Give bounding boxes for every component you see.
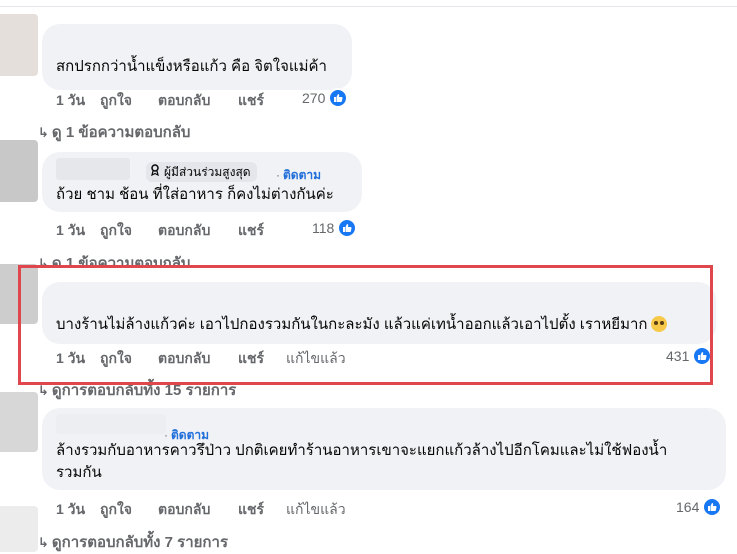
thumbs-up-icon [692,346,713,366]
comment-bubble: ผู้มีส่วนร่วมสูงสุด · ติดตาม ถ้วย ชาม ช้อ… [42,152,362,212]
reply-button[interactable]: ตอบกลับ [158,348,238,370]
follow-label: ติดตาม [283,168,322,182]
reply-arrow-icon: ↳ [38,256,49,265]
reply-arrow-icon: ↳ [38,383,49,398]
comment-time[interactable]: 1 วัน [56,499,100,521]
author-name-redacted[interactable] [56,158,130,180]
share-button[interactable]: แชร์ [238,348,286,370]
comment-time[interactable]: 1 วัน [56,220,100,242]
view-replies-link[interactable]: ↳ ดูการตอบกลับทั้ง 7 รายการ [38,530,228,554]
like-button[interactable]: ถูกใจ [100,348,158,370]
share-button[interactable]: แชร์ [238,499,286,521]
view-replies-label: ดู 1 ข้อความตอบกลับ [51,255,191,265]
view-replies-label: ดูการตอบกลับทั้ง 15 รายการ [51,382,237,399]
like-count: 270 [302,90,326,106]
badge-label: ผู้มีส่วนร่วมสูงสุด [164,165,251,179]
comment-actions: 1 วัน ถูกใจ ตอบกลับ แชร์ [56,90,264,112]
avatar[interactable] [0,14,38,76]
like-button[interactable]: ถูกใจ [100,90,158,112]
thumbs-up-icon [702,497,723,517]
comment-text: บางร้านไม่ล้างแก้วค่ะ เอาไปกองรวมกันในกะ… [56,314,668,336]
comment-time[interactable]: 1 วัน [56,348,100,370]
reply-button[interactable]: ตอบกลับ [158,90,238,112]
like-count: 118 [312,220,335,236]
like-count: 164 [676,499,700,515]
reply-button[interactable]: ตอบกลับ [158,499,238,521]
top-contributor-icon [150,162,160,182]
like-count: 431 [666,348,690,364]
reaction-count[interactable]: 270 [302,88,349,108]
comment-bubble: · ติดตาม ล้างรวมกับอาหารคาวรึป่าว ปกติเคย… [42,408,726,490]
reaction-count[interactable]: 431 [666,346,713,366]
view-replies-label: ดู 1 ข้อความตอบกลับ [51,124,191,141]
comment-time[interactable]: 1 วัน [56,90,100,112]
comment-actions: 1 วัน ถูกใจ ตอบกลับ แชร์ แก้ไขแล้ว [56,499,346,521]
comment-text-line: รวมกัน [56,464,102,481]
comment-actions: 1 วัน ถูกใจ ตอบกลับ แชร์ แก้ไขแล้ว [56,348,346,370]
comment-text: ล้างรวมกับอาหารคาวรึป่าว ปกติเคยทำร้านอา… [56,440,716,484]
comment-actions: 1 วัน ถูกใจ ตอบกลับ แชร์ [56,220,264,242]
edited-label: แก้ไขแล้ว [286,350,346,366]
view-replies-link[interactable]: ↳ ดู 1 ข้อความตอบกลับ [38,251,190,265]
reaction-count[interactable]: 164 [676,497,723,517]
avatar[interactable] [0,506,38,552]
comment-text-line: ล้างรวมกับอาหารคาวรึป่าว ปกติเคยทำร้านอา… [56,442,668,459]
thumbs-up-icon [337,218,358,238]
top-divider [0,6,737,7]
avatar[interactable] [0,392,38,452]
view-replies-link[interactable]: ↳ ดู 1 ข้อความตอบกลับ [38,120,190,144]
comment-text: ถ้วย ชาม ช้อน ที่ใส่อาหาร ก็คงไม่ต่างกัน… [56,186,334,203]
reply-button[interactable]: ตอบกลับ [158,220,238,242]
comment-text: สกปรกกว่าน้ำแข็งหรือแก้ว คือ จิตใจแม่ค้า [56,58,327,75]
comment-bubble: บางร้านไม่ล้างแก้วค่ะ เอาไปกองรวมกันในกะ… [42,282,716,344]
reply-arrow-icon: ↳ [38,535,49,550]
like-button[interactable]: ถูกใจ [100,220,158,242]
view-replies-label: ดูการตอบกลับทั้ง 7 รายการ [51,534,228,551]
view-replies-link[interactable]: ↳ ดูการตอบกลับทั้ง 15 รายการ [38,378,236,402]
avatar[interactable] [0,264,38,324]
reply-arrow-icon: ↳ [38,125,49,140]
top-contributor-badge[interactable]: ผู้มีส่วนร่วมสูงสุด [146,162,257,182]
comment-text-content: บางร้านไม่ล้างแก้วค่ะ เอาไปกองรวมกันในกะ… [56,316,648,333]
thumbs-up-icon [328,88,349,108]
share-button[interactable]: แชร์ [238,220,264,242]
edited-label: แก้ไขแล้ว [286,501,346,517]
reaction-count[interactable]: 118 [312,218,358,238]
like-button[interactable]: ถูกใจ [100,499,158,521]
share-button[interactable]: แชร์ [238,90,264,112]
follow-button[interactable]: · ติดตาม [276,164,321,186]
author-name-redacted[interactable] [56,414,166,434]
comment-bubble: สกปรกกว่าน้ำแข็งหรือแก้ว คือ จิตใจแม่ค้า [42,24,352,90]
avatar[interactable] [0,140,38,202]
disgust-emoji-icon [651,316,668,332]
